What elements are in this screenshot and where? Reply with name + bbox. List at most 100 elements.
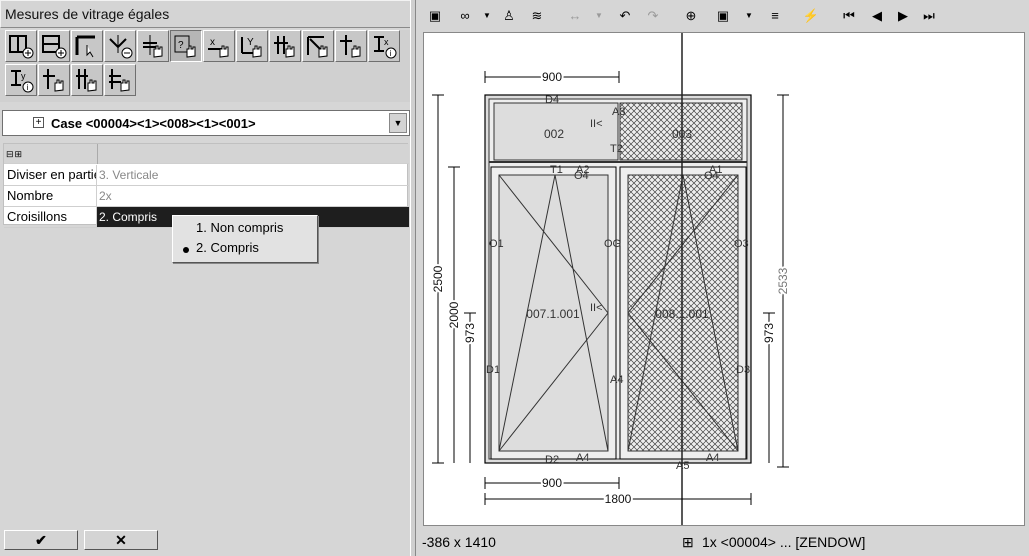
- tag-a3: A3: [612, 106, 625, 118]
- property-grid: ⊟⊞ Diviser en parties 3. Verticale Nombr…: [3, 143, 409, 228]
- text-align-icon[interactable]: ≡: [764, 6, 786, 26]
- split-vertical-add-icon[interactable]: [38, 30, 70, 62]
- info-y-icon[interactable]: yi: [5, 64, 37, 96]
- dialog-buttons: ✔ ✕: [0, 528, 411, 554]
- case-label: Case <00004><1><008><1><001>: [51, 116, 256, 131]
- tag-d2: D2: [545, 454, 559, 466]
- tag-d1: D1: [486, 364, 500, 376]
- tag-t2: T2: [610, 143, 623, 155]
- tag-a2: A2: [576, 164, 589, 176]
- dim-bottom-total: 1800: [605, 492, 632, 506]
- chevron-down-icon[interactable]: ▼: [476, 6, 498, 26]
- next-icon[interactable]: ▶: [892, 6, 914, 26]
- layers-icon[interactable]: ≋: [526, 6, 548, 26]
- drawing-canvas[interactable]: 900 900 1800 2500 2000 973 2533 973 002 …: [423, 32, 1025, 526]
- equal-cross-right-hand-icon[interactable]: [104, 64, 136, 96]
- property-key: Croisillons: [4, 207, 97, 227]
- zoom-icon[interactable]: ⊕: [680, 6, 702, 26]
- panel-title: Mesures de vitrage égales: [0, 0, 411, 28]
- info-x-icon[interactable]: xi: [368, 30, 400, 62]
- label-003: 003: [672, 127, 692, 141]
- svg-text:y: y: [21, 71, 26, 81]
- radio-bullet-icon: [183, 247, 189, 253]
- case-selector[interactable]: + Case <00004><1><008><1><001> ▼: [2, 110, 410, 136]
- splitter[interactable]: [410, 0, 416, 556]
- status-info: 1x <00004> ... [ZENDOW]: [702, 534, 866, 550]
- svg-text:x: x: [210, 37, 215, 48]
- tag-a4-left: A4: [576, 452, 589, 464]
- frame-icon[interactable]: ▣: [712, 6, 734, 26]
- dimension-icon[interactable]: ↔: [564, 6, 586, 26]
- dim-left-outer: 2500: [431, 265, 445, 292]
- tag-a4-mid: A4: [610, 374, 623, 386]
- chevron-down-icon[interactable]: ▼: [389, 113, 407, 133]
- first-icon[interactable]: ⏮: [838, 6, 860, 26]
- ok-button[interactable]: ✔: [4, 530, 78, 550]
- equal-y-hand-icon[interactable]: Y: [236, 30, 268, 62]
- property-value[interactable]: 3. Verticale: [97, 165, 409, 185]
- equal-horizontal-hand-icon[interactable]: [137, 30, 169, 62]
- property-key: Nombre: [4, 186, 97, 206]
- cancel-button[interactable]: ✕: [84, 530, 158, 550]
- prev-icon[interactable]: ◀: [866, 6, 888, 26]
- property-row-divide[interactable]: Diviser en parties 3. Verticale: [4, 165, 409, 186]
- split-horizontal-add-icon[interactable]: [5, 30, 37, 62]
- redo-icon[interactable]: ↷: [642, 6, 664, 26]
- tag-ii-mid: II<: [590, 302, 603, 314]
- tag-ii-top: II<: [590, 118, 603, 130]
- tag-o1: O1: [489, 238, 504, 250]
- label-008: 008.1.001: [655, 307, 709, 321]
- dim-top: 900: [542, 70, 562, 84]
- dim-right-outer: 2533: [776, 267, 790, 294]
- flash-icon[interactable]: ⚡: [800, 6, 822, 26]
- equal-x-hand-icon[interactable]: x: [203, 30, 235, 62]
- tag-og: OG: [604, 238, 621, 250]
- svg-text:x: x: [384, 37, 389, 47]
- mullion-remove-icon[interactable]: [104, 30, 136, 62]
- window-icon[interactable]: ▣: [424, 6, 446, 26]
- svg-text:i: i: [27, 83, 29, 92]
- equal-question-hand-icon[interactable]: ?: [170, 30, 202, 62]
- tag-d3: D3: [736, 364, 750, 376]
- expand-collapse-icon[interactable]: ⊟⊞: [6, 149, 23, 160]
- grid-header: ⊟⊞: [4, 144, 409, 164]
- equal-cross-left-hand-icon[interactable]: [71, 64, 103, 96]
- grid-icon: ⊞: [682, 534, 694, 550]
- equal-cross-hand-icon[interactable]: [38, 64, 70, 96]
- drawing-toolbar: ▣ ∞ ▼ ♙ ≋ ↔ ▼ ↶ ↷ ⊕ ▣ ▼ ≡ ⚡ ⏮ ◀ ▶ ⏭: [418, 0, 1029, 32]
- undo-icon[interactable]: ↶: [614, 6, 636, 26]
- status-bar: -386 x 1410 ⊞ 1x <00004> ... [ZENDOW]: [418, 530, 1029, 554]
- option-label: 1. Non compris: [196, 220, 284, 235]
- svg-text:Y: Y: [247, 37, 254, 48]
- dim-left-inner: 2000: [447, 301, 461, 328]
- tool-palette: ? x Y xi yi: [0, 30, 411, 102]
- equal-vertical-split-hand-icon[interactable]: [335, 30, 367, 62]
- tag-a4-right: A4: [706, 452, 719, 464]
- property-key: Diviser en parties: [4, 165, 97, 185]
- dim-bottom-left: 900: [542, 476, 562, 490]
- option-label: 2. Compris: [196, 240, 259, 255]
- tag-a5: A5: [676, 460, 689, 472]
- property-value[interactable]: 2x: [97, 186, 409, 206]
- label-002: 002: [544, 127, 564, 141]
- expand-icon[interactable]: +: [33, 117, 44, 128]
- equal-double-hand-icon[interactable]: [269, 30, 301, 62]
- chevron-down-icon[interactable]: ▼: [588, 6, 610, 26]
- glasses-icon[interactable]: ∞: [454, 6, 476, 26]
- dropdown-option[interactable]: 1. Non compris: [181, 220, 283, 240]
- dim-right-small: 973: [762, 323, 776, 343]
- last-icon[interactable]: ⏭: [918, 6, 940, 26]
- tag-a1: A1: [709, 164, 722, 176]
- properties-panel: Mesures de vitrage égales ? x Y xi yi + …: [0, 0, 413, 556]
- property-row-count[interactable]: Nombre 2x: [4, 186, 409, 207]
- corner-select-icon[interactable]: [71, 30, 103, 62]
- dropdown-list: 1. Non compris 2. Compris: [172, 215, 318, 263]
- svg-text:i: i: [390, 49, 392, 58]
- person-icon[interactable]: ♙: [498, 6, 520, 26]
- chevron-down-icon[interactable]: ▼: [738, 6, 760, 26]
- cursor-coords: -386 x 1410: [422, 534, 496, 550]
- equal-diagonal-hand-icon[interactable]: [302, 30, 334, 62]
- svg-text:?: ?: [178, 40, 184, 51]
- tag-o3: O3: [734, 238, 749, 250]
- dropdown-option-selected[interactable]: 2. Compris: [181, 240, 259, 260]
